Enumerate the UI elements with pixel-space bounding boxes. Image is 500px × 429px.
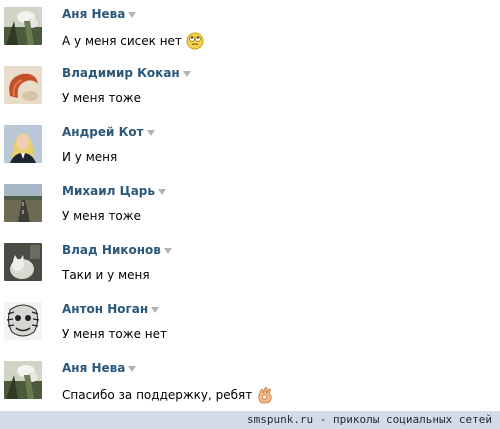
author-name[interactable]: Аня Нева	[62, 361, 137, 375]
dropdown-caret-icon[interactable]	[128, 11, 137, 18]
footer-text: smspunk.ru - приколы социальных сетей	[246, 413, 492, 426]
woman-portrait-avatar[interactable]	[4, 125, 42, 163]
message-text: Таки и у меня	[62, 268, 150, 282]
rolling-eyes-icon	[186, 32, 204, 50]
message-item: Аня Нева Спасибо за поддержку, ребят	[0, 358, 500, 408]
author-label[interactable]: Аня Нева	[62, 361, 125, 375]
message-text: А у меня сисек нет	[62, 32, 204, 50]
message-item: Михаил Царь У меня тоже	[0, 181, 500, 231]
author-name[interactable]: Михаил Царь	[62, 184, 166, 198]
author-label[interactable]: Андрей Кот	[62, 125, 144, 139]
message-text-content: Спасибо за поддержку, ребят	[62, 388, 253, 402]
message-text: У меня тоже	[62, 91, 141, 105]
message-item: Антон Ноган У меня тоже нет	[0, 299, 500, 349]
drawing-face-avatar[interactable]	[4, 302, 42, 340]
message-text: Спасибо за поддержку, ребят	[62, 386, 274, 404]
flower-photo-avatar[interactable]	[4, 7, 42, 45]
author-name[interactable]: Андрей Кот	[62, 125, 155, 139]
message-item: Влад Никонов Таки и у меня	[0, 240, 500, 290]
message-text-content: Таки и у меня	[62, 268, 150, 282]
watermark-footer: smspunk.ru - приколы социальных сетей	[0, 411, 500, 429]
author-label[interactable]: Владимир Кокан	[62, 66, 180, 80]
message-text-content: А у меня сисек нет	[62, 34, 182, 48]
message-text: У меня тоже нет	[62, 327, 167, 341]
dropdown-caret-icon[interactable]	[151, 306, 160, 313]
message-text-content: У меня тоже	[62, 91, 141, 105]
message-text-content: У меня тоже нет	[62, 327, 167, 341]
message-text-content: И у меня	[62, 150, 118, 164]
sausage-photo-avatar[interactable]	[4, 66, 42, 104]
message-text-content: У меня тоже	[62, 209, 141, 223]
cat-photo-avatar[interactable]	[4, 243, 42, 281]
author-label[interactable]: Михаил Царь	[62, 184, 155, 198]
author-name[interactable]: Влад Никонов	[62, 243, 172, 257]
dropdown-caret-icon[interactable]	[182, 70, 191, 77]
message-item: Андрей Кот И у меня	[0, 122, 500, 172]
author-label[interactable]: Влад Никонов	[62, 243, 161, 257]
dropdown-caret-icon[interactable]	[146, 129, 155, 136]
message-text: И у меня	[62, 150, 117, 164]
flower-photo-avatar[interactable]	[4, 361, 42, 399]
author-name[interactable]: Аня Нева	[62, 7, 137, 21]
dropdown-caret-icon[interactable]	[163, 247, 172, 254]
author-label[interactable]: Аня Нева	[62, 7, 125, 21]
author-label[interactable]: Антон Ноган	[62, 302, 148, 316]
author-name[interactable]: Антон Ноган	[62, 302, 160, 316]
message-text: У меня тоже	[62, 209, 141, 223]
message-item: Аня Нева А у меня сисек нет	[0, 4, 500, 54]
road-landscape-avatar[interactable]	[4, 184, 42, 222]
dropdown-caret-icon[interactable]	[128, 365, 137, 372]
dropdown-caret-icon[interactable]	[157, 188, 166, 195]
message-item: Владимир Кокан У меня тоже	[0, 63, 500, 113]
author-name[interactable]: Владимир Кокан	[62, 66, 191, 80]
ok-hand-icon	[256, 386, 274, 404]
